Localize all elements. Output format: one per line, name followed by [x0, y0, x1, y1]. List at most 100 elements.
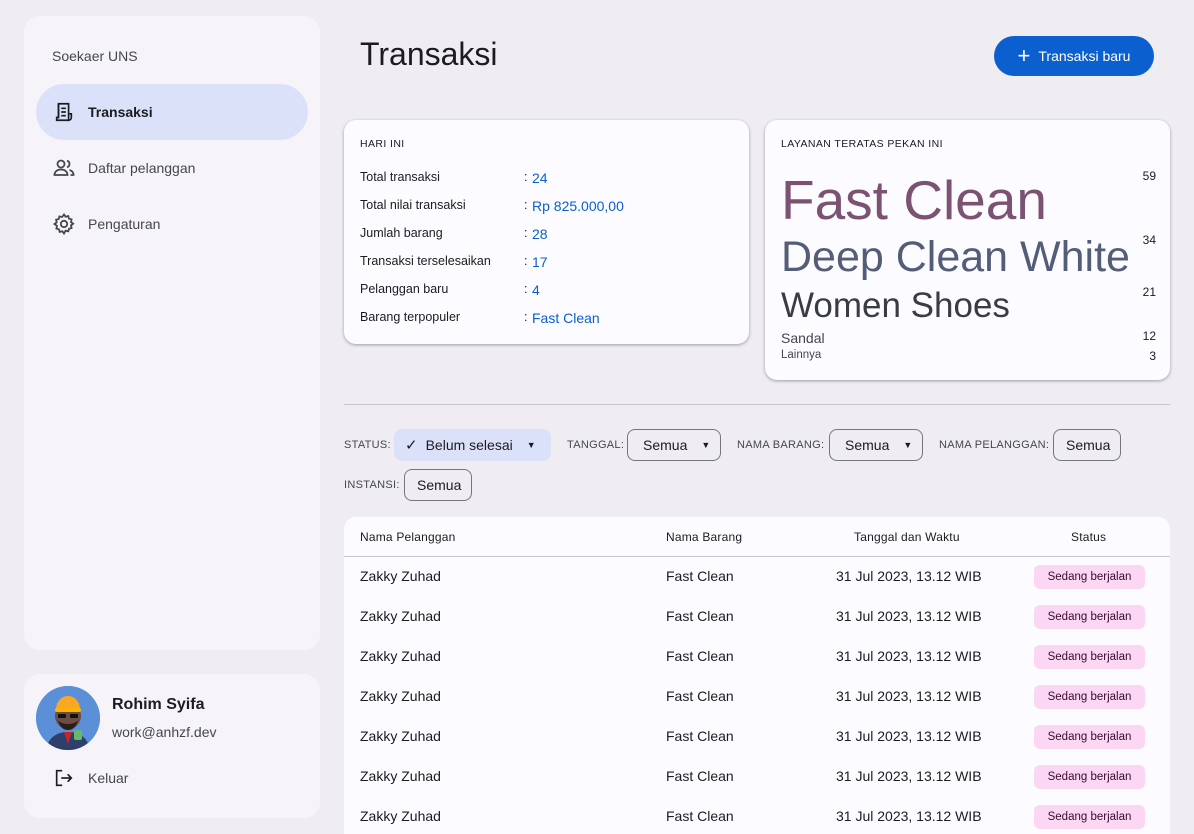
table-row[interactable]: Zakky Zuhad Fast Clean 31 Jul 2023, 13.1… — [344, 797, 1170, 834]
top-service-count: 21 — [1142, 285, 1156, 299]
cell-datetime: 31 Jul 2023, 13.12 WIB — [836, 688, 982, 704]
stat-colon: : — [524, 310, 528, 324]
new-transaction-label: Transaksi baru — [1038, 48, 1131, 64]
cell-datetime: 31 Jul 2023, 13.12 WIB — [836, 568, 982, 584]
stat-row: Total nilai transaksi : Rp 825.000,00 — [360, 198, 624, 214]
stat-row: Jumlah barang : 28 — [360, 226, 548, 242]
filter-label-instansi: INSTANSI: — [344, 479, 400, 491]
divider — [344, 404, 1170, 405]
stat-colon: : — [524, 254, 528, 268]
status-badge: Sedang berjalan — [1034, 725, 1145, 749]
profile-name: Rohim Syifa — [112, 696, 205, 713]
filter-label-nama-barang: NAMA BARANG: — [737, 439, 825, 451]
people-icon — [52, 156, 76, 180]
logout-button[interactable]: Keluar — [52, 766, 128, 790]
sidebar-item-pengaturan[interactable]: Pengaturan — [36, 196, 308, 252]
status-badge: Sedang berjalan — [1034, 565, 1145, 589]
stat-value: Fast Clean — [532, 310, 600, 326]
top-service-count: 3 — [1149, 349, 1156, 363]
cell-item: Fast Clean — [666, 768, 734, 784]
nama-pelanggan-filter-chip[interactable]: Semua — [1053, 429, 1121, 461]
table-row[interactable]: Zakky Zuhad Fast Clean 31 Jul 2023, 13.1… — [344, 757, 1170, 797]
stat-row: Total transaksi : 24 — [360, 170, 548, 186]
status-badge: Sedang berjalan — [1034, 805, 1145, 829]
today-heading: HARI INI — [360, 138, 405, 150]
cell-customer: Zakky Zuhad — [360, 608, 441, 624]
cell-datetime: 31 Jul 2023, 13.12 WIB — [836, 608, 982, 624]
table-row[interactable]: Zakky Zuhad Fast Clean 31 Jul 2023, 13.1… — [344, 717, 1170, 757]
tanggal-filter-value: Semua — [643, 437, 688, 453]
cell-item: Fast Clean — [666, 688, 734, 704]
tanggal-filter-chip[interactable]: Semua ▼ — [627, 429, 721, 461]
top-services-heading: LAYANAN TERATAS PEKAN INI — [781, 138, 943, 150]
cell-customer: Zakky Zuhad — [360, 728, 441, 744]
stat-value: Rp 825.000,00 — [532, 198, 624, 214]
plus-icon: + — [1017, 43, 1031, 68]
page-title: Transaksi — [360, 36, 498, 72]
cell-datetime: 31 Jul 2023, 13.12 WIB — [836, 768, 982, 784]
top-service-count: 12 — [1142, 329, 1156, 343]
cell-customer: Zakky Zuhad — [360, 808, 441, 824]
instansi-filter-chip[interactable]: Semua — [404, 469, 472, 501]
nama-barang-filter-chip[interactable]: Semua ▼ — [829, 429, 923, 461]
status-badge: Sedang berjalan — [1034, 605, 1145, 629]
status-filter-value: Belum selesai — [425, 437, 513, 453]
cell-item: Fast Clean — [666, 568, 734, 584]
top-service-name: Sandal — [781, 330, 825, 346]
cell-customer: Zakky Zuhad — [360, 648, 441, 664]
stat-label: Total transaksi — [360, 170, 440, 184]
new-transaction-button[interactable]: + Transaksi baru — [994, 36, 1154, 76]
sidebar: Soekaer UNS Transaksi Daftar pelanggan P… — [24, 16, 320, 650]
stat-colon: : — [524, 282, 528, 296]
stat-row: Barang terpopuler : Fast Clean — [360, 310, 600, 326]
status-badge: Sedang berjalan — [1034, 765, 1145, 789]
cell-item: Fast Clean — [666, 648, 734, 664]
stat-value: 28 — [532, 226, 548, 242]
nama-pelanggan-filter-value: Semua — [1066, 437, 1111, 453]
table-row[interactable]: Zakky Zuhad Fast Clean 31 Jul 2023, 13.1… — [344, 597, 1170, 637]
cell-item: Fast Clean — [666, 808, 734, 824]
table-row[interactable]: Zakky Zuhad Fast Clean 31 Jul 2023, 13.1… — [344, 637, 1170, 677]
transactions-table: Nama Pelanggan Nama Barang Tanggal dan W… — [344, 517, 1170, 834]
check-icon: ✓ — [405, 437, 418, 454]
stat-value: 4 — [532, 282, 540, 298]
stat-value: 17 — [532, 254, 548, 270]
sidebar-item-transaksi[interactable]: Transaksi — [36, 84, 308, 140]
stat-label: Jumlah barang — [360, 226, 443, 240]
top-service-count: 59 — [1142, 169, 1156, 183]
column-header-tanggal[interactable]: Tanggal dan Waktu — [854, 530, 960, 544]
caret-down-icon: ▼ — [526, 440, 536, 450]
top-service-name: Fast Clean — [781, 169, 1047, 231]
status-badge: Sedang berjalan — [1034, 685, 1145, 709]
caret-down-icon: ▼ — [701, 440, 711, 450]
top-service-name: Women Shoes — [781, 286, 1010, 325]
status-badge: Sedang berjalan — [1034, 645, 1145, 669]
receipt-icon — [52, 100, 76, 124]
cell-item: Fast Clean — [666, 728, 734, 744]
status-filter-chip[interactable]: ✓ Belum selesai ▼ — [394, 429, 551, 461]
top-services-card: LAYANAN TERATAS PEKAN INI Fast Clean 59 … — [765, 120, 1170, 380]
stat-row: Pelanggan baru : 4 — [360, 282, 540, 298]
profile-email: work@anhzf.dev — [112, 724, 217, 740]
stat-row: Transaksi terselesaikan : 17 — [360, 254, 548, 270]
instansi-filter-value: Semua — [417, 477, 462, 493]
column-header-nama-barang[interactable]: Nama Barang — [666, 530, 742, 544]
gear-icon — [52, 212, 76, 236]
cell-customer: Zakky Zuhad — [360, 568, 441, 584]
stat-label: Transaksi terselesaikan — [360, 254, 491, 268]
table-row[interactable]: Zakky Zuhad Fast Clean 31 Jul 2023, 13.1… — [344, 677, 1170, 717]
stat-colon: : — [524, 198, 528, 212]
top-service-name: Lainnya — [781, 349, 822, 361]
logout-icon — [52, 766, 76, 790]
stat-colon: : — [524, 226, 528, 240]
filter-label-tanggal: TANGGAL: — [567, 439, 625, 451]
stat-colon: : — [524, 170, 528, 184]
filter-label-nama-pelanggan: NAMA PELANGGAN: — [939, 439, 1050, 451]
sidebar-item-daftar-pelanggan[interactable]: Daftar pelanggan — [36, 140, 308, 196]
table-row[interactable]: Zakky Zuhad Fast Clean 31 Jul 2023, 13.1… — [344, 557, 1170, 597]
column-header-status[interactable]: Status — [1071, 530, 1106, 544]
avatar — [36, 686, 100, 750]
today-summary-card: HARI INI Total transaksi : 24 Total nila… — [344, 120, 749, 344]
sidebar-item-label: Pengaturan — [88, 216, 161, 232]
column-header-nama-pelanggan[interactable]: Nama Pelanggan — [360, 530, 456, 544]
